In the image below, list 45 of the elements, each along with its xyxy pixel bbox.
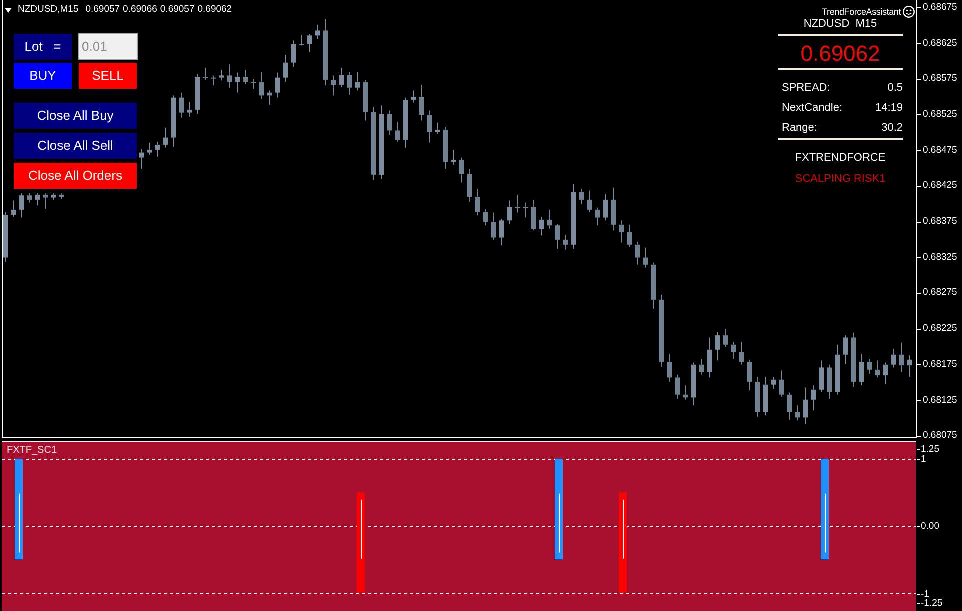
price-quote: 0.69062	[198, 4, 232, 16]
indicator-axis-label: 1	[917, 454, 926, 464]
stat-value: 30.2	[882, 122, 903, 134]
order-button[interactable]: SELL	[79, 63, 137, 89]
candlestick	[203, 68, 208, 80]
lot-label: Lot =	[14, 34, 72, 60]
indicator-axis-label: -1	[917, 590, 930, 598]
stat-label: SPREAD:	[782, 82, 830, 94]
stat-value: 14:19	[875, 102, 903, 114]
price-quote: 0.69057	[160, 4, 195, 16]
brand-label: FXTRENDFORCE	[794, 151, 887, 165]
close-orders-button[interactable]: Close All Buy	[14, 103, 137, 129]
price-axis-label: 0.68525	[917, 110, 958, 120]
price-axis-label: 0.68125	[917, 396, 958, 406]
close-orders-button[interactable]: Close All Orders	[14, 163, 137, 189]
price-axis-label: 0.68375	[917, 217, 958, 228]
stat-label: NextCandle:	[782, 102, 843, 114]
chart-symbol: NZDUSD,M15	[18, 4, 79, 16]
caret-icon[interactable]	[5, 8, 12, 12]
price-quote: 0.69057	[86, 4, 120, 16]
stat-value: 0.5	[888, 82, 903, 94]
candlestick	[251, 79, 256, 90]
close-orders-button[interactable]: Close All Sell	[14, 133, 137, 159]
price-axis-label: 0.68175	[917, 360, 958, 370]
indicator-axis-label: -1.25	[917, 598, 943, 608]
price-axis-label: 0.68075	[917, 431, 958, 442]
price-axis-label: 0.68675	[917, 2, 958, 13]
price-axis-label: 0.68575	[917, 74, 958, 84]
price-axis-label: 0.68475	[917, 146, 958, 156]
symbol-label: NZDUSD M15	[802, 18, 878, 31]
current-price: 0.69062	[800, 41, 882, 67]
indicator-axis-label: 0.00	[917, 522, 940, 530]
price-axis-label: 0.68275	[917, 288, 958, 298]
candlestick	[211, 76, 216, 86]
order-button[interactable]: BUY	[14, 63, 72, 89]
price-axis-label: 0.68225	[917, 324, 958, 334]
indicator-title: TrendForceAssistant	[822, 6, 901, 18]
mode-label: SCALPING RISK1	[794, 172, 887, 186]
price-axis-label: 0.68425	[917, 181, 958, 192]
indicator-name: FXTF_SC1	[7, 445, 58, 456]
price-axis-label: 0.68625	[917, 38, 958, 49]
price-axis-label: 0.68325	[917, 252, 958, 263]
stat-label: Range:	[782, 122, 818, 134]
indicator-axis-label: 1.25	[917, 444, 940, 454]
price-quote: 0.69066	[123, 4, 158, 16]
